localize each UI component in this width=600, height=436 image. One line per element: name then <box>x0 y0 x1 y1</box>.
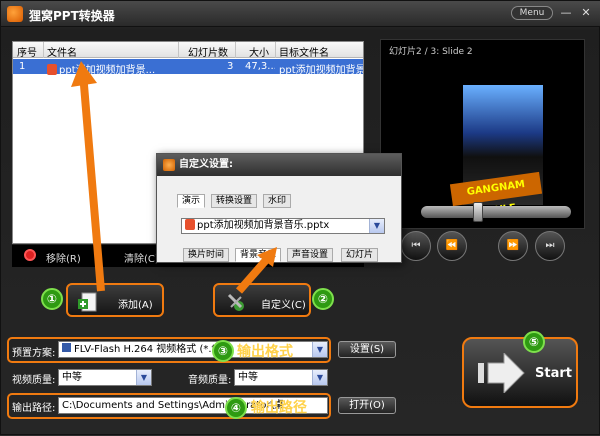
seek-bar[interactable] <box>421 206 571 218</box>
start-button-label: Start <box>535 366 572 381</box>
clear-button[interactable]: 清除(C) <box>124 250 159 265</box>
row-slides: 3 <box>227 61 234 72</box>
ppt-file-icon <box>185 219 195 230</box>
add-button-label: 添加(A) <box>118 300 153 311</box>
title-bar: 狸窝PPT转换器 Menu — ✕ <box>1 1 600 27</box>
dialog-icon <box>163 159 175 171</box>
remove-button[interactable]: 移除(R) <box>46 250 81 265</box>
row-size: 47,3... <box>245 61 275 72</box>
video-quality-label: 视频质量: <box>12 375 56 386</box>
close-button[interactable]: ✕ <box>578 6 594 20</box>
menu-button[interactable]: Menu <box>511 6 553 20</box>
minimize-button[interactable]: — <box>558 6 574 20</box>
tab-watermark[interactable]: 水印 <box>263 194 292 208</box>
dialog-file-select[interactable]: ppt添加视频加背景音乐.pptx ▼ <box>181 218 385 234</box>
custom-button[interactable]: 自定义(C) <box>213 283 311 317</box>
preview-label: 幻灯片2 / 3: Slide 2 <box>389 47 473 57</box>
file-row[interactable]: 1 ppt添加视频加背景... 3 47,3... ppt添加视频加背景... <box>13 59 363 76</box>
add-button[interactable]: 添加(A) <box>66 283 164 317</box>
next-slide-button[interactable]: ⏭ <box>535 231 565 261</box>
marker-1: ① <box>41 288 63 310</box>
row-target: ppt添加视频加背景... <box>279 65 363 76</box>
marker-2: ② <box>312 288 334 310</box>
row-filename: ppt添加视频加背景... <box>47 61 175 76</box>
rewind-icon: ⏪ <box>445 240 459 251</box>
tab-presentation[interactable]: 演示 <box>177 194 206 208</box>
rewind-button[interactable]: ⏪ <box>437 231 467 261</box>
ppt-file-icon <box>47 64 57 75</box>
custom-button-label: 自定义(C) <box>261 300 306 311</box>
subtab-sound-settings[interactable]: 声音设置 <box>287 248 334 262</box>
chevron-down-icon: ▼ <box>312 342 327 357</box>
column-slides[interactable]: 幻灯片数 <box>188 44 228 59</box>
video-quality-select[interactable]: 中等 ▼ <box>58 369 152 386</box>
audio-quality-label: 音频质量: <box>188 375 232 386</box>
chevron-down-icon: ▼ <box>136 370 151 385</box>
custom-settings-dialog: 自定义设置: 演示 转换设置 水印 ppt添加视频加背景音乐.pptx ▼ 换片… <box>156 153 402 263</box>
row-index: 1 <box>19 61 26 72</box>
skip-back-icon: ⏮ <box>411 240 421 251</box>
app-logo-icon <box>7 6 23 22</box>
column-index[interactable]: 序号 <box>17 44 37 59</box>
annotation-output-format: 输出格式 <box>237 344 293 360</box>
marker-4: ④ <box>225 397 247 419</box>
chevron-down-icon: ▼ <box>312 370 327 385</box>
slide-preview: 幻灯片2 / 3: Slide 2 GANGNAM STYLE <box>380 39 585 229</box>
prev-slide-button[interactable]: ⏮ <box>401 231 431 261</box>
preset-label: 预置方案: <box>12 348 56 359</box>
preset-settings-button[interactable]: 设置(S) <box>338 341 396 358</box>
dialog-title: 自定义设置: <box>157 154 401 176</box>
start-arrow-icon <box>478 353 525 393</box>
tools-icon <box>227 293 244 311</box>
app-window: 狸窝PPT转换器 Menu — ✕ 序号 文件名 幻灯片数 大小 目标文件名 1… <box>0 0 600 435</box>
fast-forward-icon: ⏩ <box>506 240 520 251</box>
audio-quality-select[interactable]: 中等 ▼ <box>234 369 328 386</box>
subtab-slides[interactable]: 幻灯片 <box>341 248 379 262</box>
marker-3: ③ <box>212 340 234 362</box>
file-list-header: 序号 文件名 幻灯片数 大小 目标文件名 <box>13 42 363 59</box>
marker-5: ⑤ <box>523 331 545 353</box>
remove-icon[interactable] <box>24 249 36 261</box>
column-filename[interactable]: 文件名 <box>47 44 77 59</box>
subtab-transition-time[interactable]: 换片时间 <box>183 248 230 262</box>
app-title: 狸窝PPT转换器 <box>29 9 115 23</box>
add-file-icon <box>78 292 97 312</box>
forward-button[interactable]: ⏩ <box>498 231 528 261</box>
skip-forward-icon: ⏭ <box>545 240 555 251</box>
seek-handle[interactable] <box>473 202 483 222</box>
video-format-icon <box>62 343 71 352</box>
chevron-down-icon: ▼ <box>369 219 384 233</box>
open-folder-button[interactable]: 打开(O) <box>338 397 396 414</box>
output-path-label: 输出路径: <box>12 403 56 414</box>
annotation-output-path: 输出路径 <box>251 400 307 416</box>
subtab-background-music[interactable]: 背景音乐 <box>235 248 282 262</box>
tab-conversion[interactable]: 转换设置 <box>211 194 258 208</box>
column-size[interactable]: 大小 <box>249 44 269 59</box>
column-target[interactable]: 目标文件名 <box>279 44 329 59</box>
